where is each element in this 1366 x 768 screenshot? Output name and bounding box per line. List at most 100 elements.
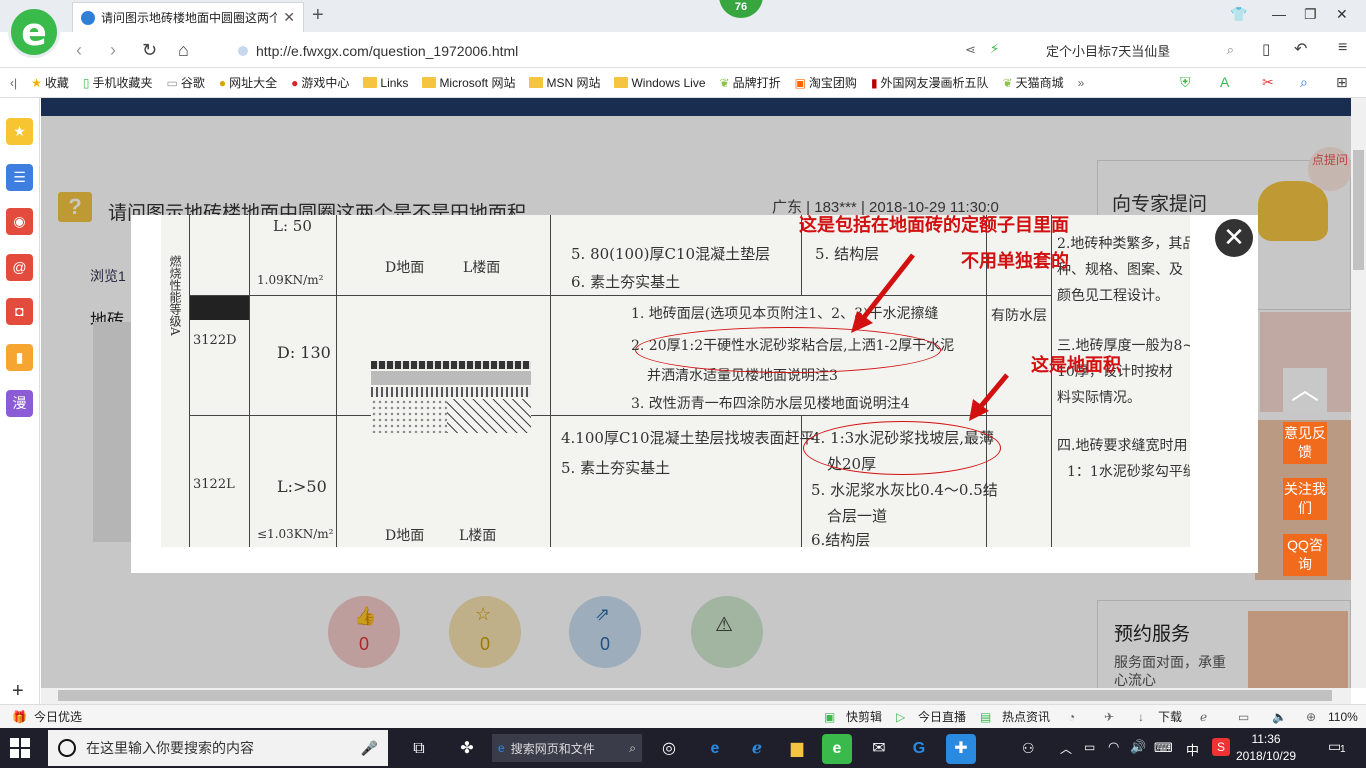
web-search-text: 搜索网页和文件 bbox=[510, 741, 595, 756]
bookmark-tmall[interactable]: ❦ 天猫商城 bbox=[1003, 74, 1064, 91]
scissors-icon[interactable]: ✂ bbox=[1262, 74, 1274, 91]
favorites-star-icon[interactable]: ★ bbox=[6, 118, 33, 145]
bookmark-links[interactable]: Links bbox=[363, 76, 408, 90]
url-field[interactable]: http://e.fwxgx.com/question_1972006.html bbox=[238, 40, 958, 62]
horizontal-scroll-thumb[interactable] bbox=[58, 690, 1332, 701]
bookmark-mobile[interactable]: ▯ 手机收藏夹 bbox=[83, 74, 153, 91]
browser-logo-icon[interactable]: e bbox=[8, 6, 60, 58]
close-viewer-icon[interactable]: ✕ bbox=[1215, 219, 1253, 257]
browser-taskbar-icon[interactable]: e bbox=[822, 734, 852, 764]
undo-icon[interactable]: ↶ bbox=[1294, 39, 1307, 59]
task-view-icon[interactable]: ⧉ bbox=[404, 734, 434, 764]
bookmark-windows-live[interactable]: Windows Live bbox=[614, 76, 706, 90]
windows-start-icon[interactable] bbox=[10, 738, 30, 758]
bookmark-games[interactable]: ● 游戏中心 bbox=[291, 74, 349, 91]
search-icon: ⌕ bbox=[629, 740, 636, 755]
minimize-button[interactable]: — bbox=[1272, 6, 1286, 22]
bookmark-brand-discount[interactable]: ❦ 品牌打折 bbox=[720, 74, 781, 91]
window-icon[interactable]: ▭ bbox=[1238, 710, 1249, 724]
magnifier-icon[interactable]: ⌕ bbox=[1300, 74, 1308, 91]
fan-icon[interactable]: ✤ bbox=[452, 734, 482, 764]
bookmark-google[interactable]: ▭ 谷歌 bbox=[167, 74, 205, 91]
bookmark-taobao[interactable]: ▣ 淘宝团购 bbox=[795, 74, 857, 91]
ie-icon[interactable]: ℯ bbox=[1200, 710, 1207, 724]
status-news[interactable]: 热点资讯 bbox=[1002, 708, 1050, 725]
tab-close-icon[interactable]: ✕ bbox=[283, 9, 295, 26]
microphone-icon[interactable]: 🎤 bbox=[361, 740, 378, 757]
new-tab-button[interactable]: + bbox=[312, 4, 324, 27]
email-icon[interactable]: @ bbox=[6, 254, 33, 281]
file-explorer-icon[interactable]: ▆ bbox=[782, 734, 812, 764]
tray-up-icon[interactable]: ︿ bbox=[1060, 740, 1072, 757]
game-pad-icon[interactable]: ◘ bbox=[6, 298, 33, 325]
folder-icon bbox=[422, 77, 437, 88]
wifi-icon[interactable]: ◠ bbox=[1108, 739, 1119, 755]
plus-app-icon[interactable]: ✚ bbox=[946, 734, 976, 764]
bookmark-microsoft[interactable]: Microsoft 网站 bbox=[422, 74, 515, 91]
clock[interactable]: 11:36 2018/10/29 bbox=[1236, 731, 1296, 765]
add-sidebar-icon[interactable]: + bbox=[12, 680, 24, 703]
translate-icon[interactable]: A bbox=[1220, 74, 1229, 90]
close-button[interactable]: ✕ bbox=[1336, 6, 1348, 23]
qq-button[interactable]: QQ咨询 bbox=[1283, 534, 1327, 576]
home-icon[interactable]: ⌂ bbox=[178, 40, 189, 61]
feedback-button[interactable]: 意见反馈 bbox=[1283, 422, 1327, 464]
more-bookmarks-icon[interactable]: » bbox=[1078, 76, 1085, 90]
refresh-icon[interactable]: ↻ bbox=[142, 40, 157, 61]
clip-icon: ▣ bbox=[824, 709, 836, 724]
zoom-level[interactable]: 110% bbox=[1328, 710, 1358, 724]
web-search-box[interactable]: e 搜索网页和文件 ⌕ bbox=[492, 734, 642, 762]
lightning-icon[interactable]: ⚡ bbox=[990, 41, 999, 57]
apps-icon[interactable]: ⊞ bbox=[1336, 74, 1348, 91]
back-to-top-icon[interactable]: ︿ bbox=[1283, 368, 1327, 412]
weibo-icon[interactable]: ◉ bbox=[6, 208, 33, 235]
list-icon[interactable]: ☰ bbox=[6, 164, 33, 191]
bookmark-daohang[interactable]: ● 网址大全 bbox=[219, 74, 277, 91]
shirt-icon[interactable]: 👕 bbox=[1230, 6, 1247, 23]
g-app-icon[interactable]: G bbox=[904, 734, 934, 764]
page-icon: ▭ bbox=[166, 75, 178, 90]
search-input[interactable]: 定个小目标7天当仙垦 ⌕ bbox=[1040, 38, 1240, 62]
people-icon[interactable]: ⚇ bbox=[1022, 740, 1035, 757]
chrome-like-icon[interactable]: ◎ bbox=[654, 734, 684, 764]
status-live[interactable]: 今日直播 bbox=[918, 708, 966, 725]
live-icon: ▷ bbox=[896, 709, 906, 724]
taskbar-search[interactable]: 在这里输入你要搜索的内容 🎤 bbox=[48, 730, 388, 766]
ie-taskbar-icon[interactable]: ℯ bbox=[742, 734, 772, 764]
book-icon[interactable]: ▮ bbox=[6, 344, 33, 371]
comic-icon[interactable]: 漫 bbox=[6, 390, 33, 417]
restore-button[interactable]: ❐ bbox=[1304, 6, 1317, 23]
ime-indicator[interactable]: 中 bbox=[1186, 740, 1199, 759]
volume-icon[interactable]: 🔈 bbox=[1272, 710, 1287, 724]
keyboard-icon[interactable]: ⌨ bbox=[1154, 740, 1173, 756]
today-pick[interactable]: 今日优选 bbox=[34, 708, 82, 725]
url-text: http://e.fwxgx.com/question_1972006.html bbox=[256, 43, 519, 59]
phone-icon: ▯ bbox=[82, 75, 90, 90]
status-download[interactable]: 下载 bbox=[1158, 708, 1182, 725]
speed-icon[interactable]: ◔ bbox=[1068, 710, 1075, 724]
vertical-scroll-thumb[interactable] bbox=[1353, 150, 1364, 270]
speaker-icon[interactable]: 🔊 bbox=[1130, 739, 1146, 755]
status-bar: 🎁 今日优选 ▣ 快剪辑 ▷ 今日直播 ▤ 热点资讯 ◔ ✈ ↓ 下载 ℯ ▭ … bbox=[0, 704, 1366, 728]
edge-icon[interactable]: e bbox=[700, 734, 730, 764]
bookmark-msn[interactable]: MSN 网站 bbox=[529, 74, 600, 91]
mobile-icon[interactable]: ▯ bbox=[1262, 40, 1270, 58]
back-icon[interactable]: ‹ bbox=[76, 40, 82, 61]
search-icon[interactable]: ⌕ bbox=[1227, 42, 1234, 58]
game-icon: ● bbox=[291, 75, 299, 90]
taobao-icon: ▣ bbox=[794, 75, 806, 90]
forward-icon[interactable]: › bbox=[110, 40, 116, 61]
mail-icon[interactable]: ✉ bbox=[864, 734, 894, 764]
bookmark-comics[interactable]: ▮ 外国网友漫画析五队 bbox=[871, 74, 989, 91]
follow-button[interactable]: 关注我们 bbox=[1283, 478, 1327, 520]
sogou-icon[interactable]: S bbox=[1212, 738, 1230, 756]
pin-icon[interactable]: ✈ bbox=[1104, 710, 1114, 724]
status-clip[interactable]: 快剪辑 bbox=[846, 708, 882, 725]
collapse-icon[interactable]: ‹| bbox=[10, 76, 17, 90]
shield-icon[interactable]: ⛨ bbox=[1180, 74, 1191, 91]
browser-tab[interactable]: 请问图示地砖楼地面中圆圈这两个是不是… ✕ bbox=[72, 2, 304, 32]
share-icon[interactable]: ⋖ bbox=[965, 42, 976, 58]
menu-icon[interactable]: ≡ bbox=[1338, 39, 1347, 57]
bookmark-favorites[interactable]: ★ 收藏 bbox=[31, 74, 69, 91]
battery-icon[interactable]: ▭ bbox=[1084, 740, 1095, 754]
